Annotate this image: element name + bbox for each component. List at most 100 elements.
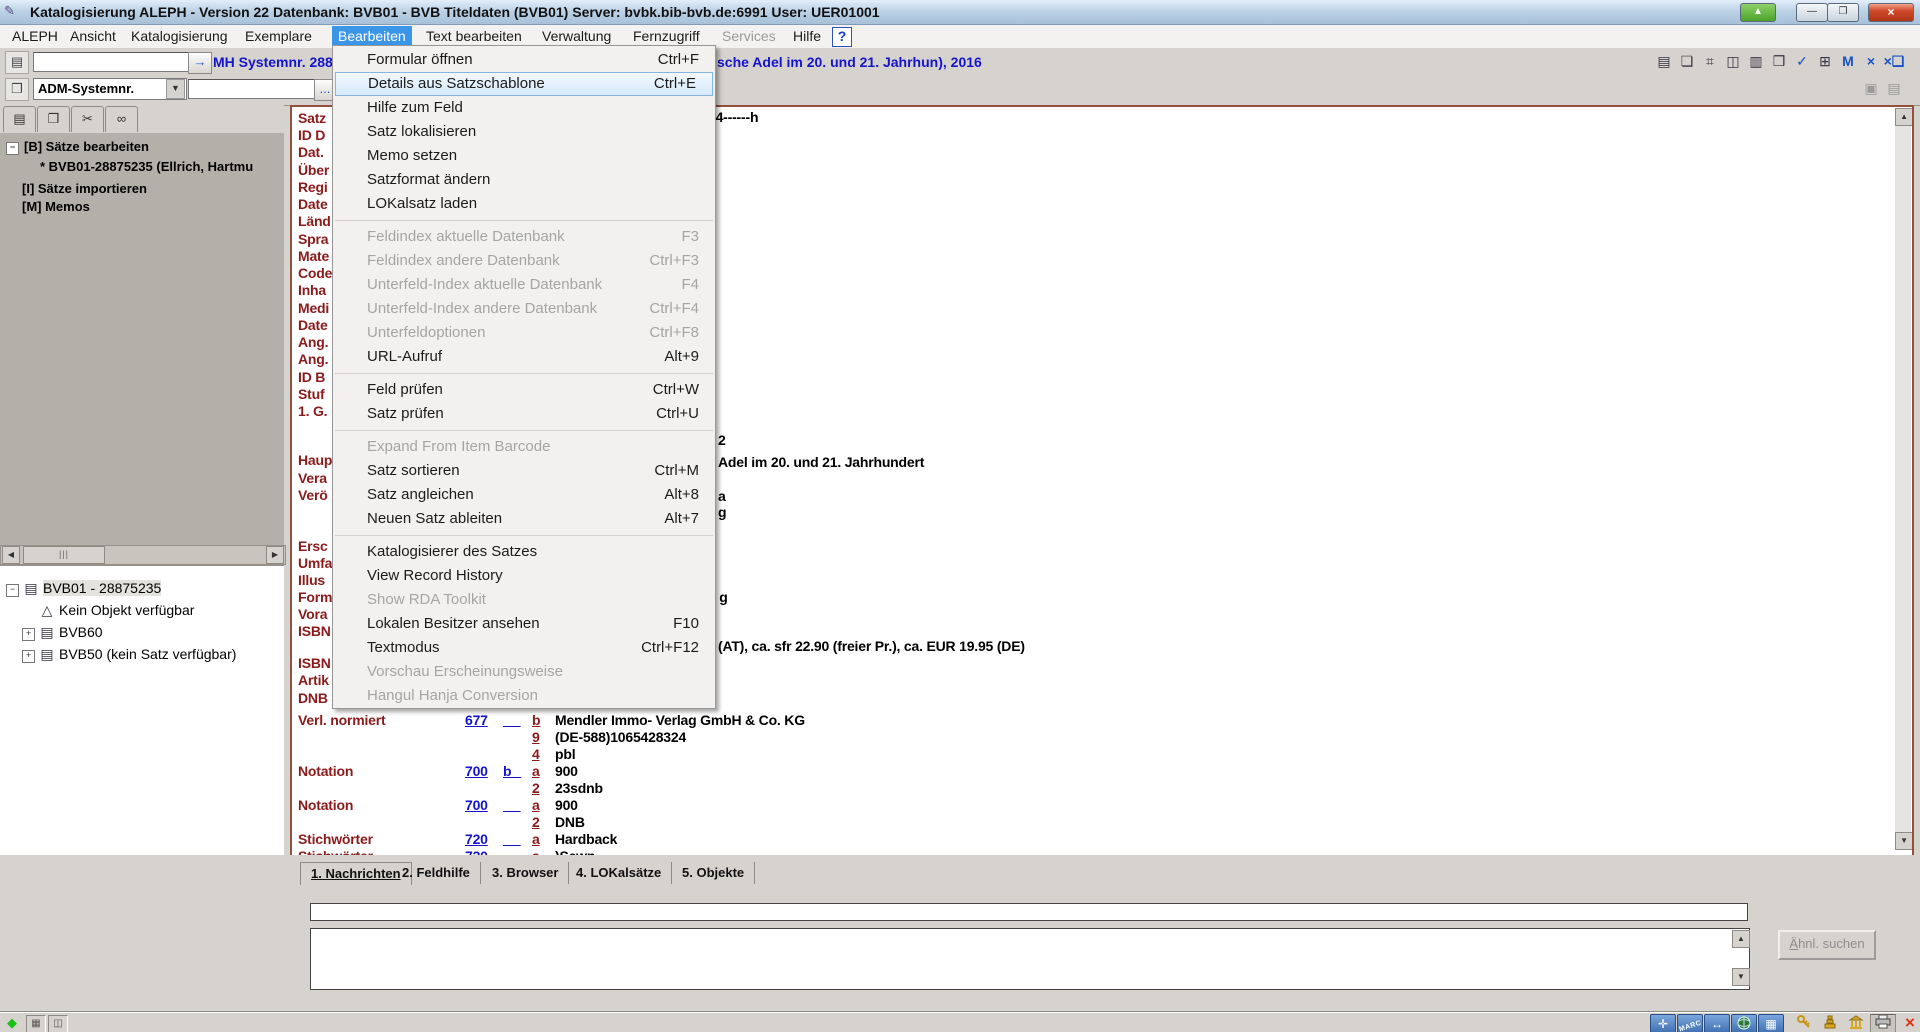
indicator[interactable]: __ [503,797,521,813]
message-list[interactable]: ▲ ▼ [310,928,1750,990]
menu-item-lokalen-besitzer-ansehen[interactable]: Lokalen Besitzer ansehenF10 [333,612,715,636]
field-value[interactable]: 900 [555,797,578,813]
tag-link[interactable]: 677 [465,712,488,728]
tag-link[interactable]: 700 [465,763,488,779]
menu-text-bearbeiten[interactable]: Text bearbeiten [420,26,528,47]
bank-icon[interactable] [1844,1014,1868,1032]
scroll-up-icon[interactable]: ▲ [1732,930,1750,948]
record-vscrollbar[interactable]: ▲ ▼ [1895,108,1911,850]
tree-node-current-record[interactable]: * BVB01-28875235 (Ellrich, Hartmu [40,159,253,174]
tower-icon[interactable] [1818,1014,1842,1032]
menu-item-katalogisierer-des-satzes[interactable]: Katalogisierer des Satzes [333,540,715,564]
check-record-icon[interactable]: ✓ [1790,50,1814,74]
tab-templates-icon[interactable]: ✂ [71,106,104,132]
tab-lokalsaetze[interactable]: 4. LOKalsätze [566,862,672,884]
marc-search-icon[interactable]: M [1836,50,1860,74]
stamp-record-icon[interactable]: ❏ [1675,50,1699,74]
field-value[interactable]: 23sdnb [555,780,603,796]
session-monitor-icon[interactable]: ▦ [26,1015,46,1032]
collapse-icon[interactable]: − [6,584,19,597]
minimize-button[interactable]: — [1796,3,1828,22]
menu-bearbeiten[interactable]: Bearbeiten [332,26,412,47]
open-book-icon[interactable]: ◫ [1721,50,1745,74]
tab-records-icon[interactable]: ❐ [37,106,70,132]
book-icon[interactable]: ❒ [5,78,29,101]
split-editor-icon[interactable]: ⊞ [1813,50,1837,74]
menu-item-satz-sortieren[interactable]: Satz sortierenCtrl+M [333,459,715,483]
menu-item-lokalsatz-laden[interactable]: LOKalsatz laden [333,192,715,216]
subfield-code[interactable]: a [532,797,540,813]
scroll-right-icon[interactable]: ▶ [266,546,284,564]
scroll-thumb[interactable]: ||| [23,546,105,564]
expand-icon[interactable]: + [22,628,35,641]
scroll-up-icon[interactable]: ▲ [1895,108,1913,126]
menu-item-satz-angleichen[interactable]: Satz angleichenAlt+8 [333,483,715,507]
scroll-down-icon[interactable]: ▼ [1732,968,1750,986]
key-icon[interactable] [1792,1014,1816,1032]
field-value[interactable]: Mendler Immo- Verlag GmbH & Co. KG [555,712,805,728]
systemnr-input[interactable] [33,52,189,72]
tree-node-memos[interactable]: [M] Memos [22,199,90,214]
systemnr-type-dropdown[interactable]: ADM-Systemnr. ▼ [33,78,187,100]
menu-item-satz-lokalisieren[interactable]: Satz lokalisieren [333,120,715,144]
globe-icon[interactable] [1731,1014,1757,1032]
tab-search-icon[interactable]: ∞ [105,106,138,132]
tree-node-no-object[interactable]: △Kein Objekt verfügbar [40,602,194,619]
menu-item-feld-pruefen[interactable]: Feld prüfenCtrl+W [333,378,715,402]
close-record-icon[interactable]: × [1859,50,1883,74]
record-bar-icon[interactable]: ▤ [5,51,29,74]
menu-fernzugriff[interactable]: Fernzugriff [627,26,706,47]
close-button[interactable]: × [1868,3,1914,22]
message-input[interactable] [310,903,1748,921]
tree-node-bvb01[interactable]: −▤BVB01 - 28875235 [6,580,161,597]
printer-icon[interactable] [1870,1014,1896,1032]
close-all-records-icon[interactable]: ×❏ [1882,50,1906,74]
sidebar-hscrollbar[interactable]: ◀ ||| ▶ [0,545,286,565]
menu-aleph[interactable]: ALEPH [6,26,64,47]
cancel-icon[interactable]: × [1898,1014,1920,1032]
menu-item-hilfe-zum-feld[interactable]: Hilfe zum Feld [333,96,715,120]
help-icon[interactable]: ? [832,27,852,47]
menu-item-formular-oeffnen[interactable]: Formular öffnenCtrl+F [333,48,715,72]
tab-feldhilfe[interactable]: 2. Feldhilfe [392,862,481,884]
menu-verwaltung[interactable]: Verwaltung [536,26,617,47]
indicator[interactable]: __ [503,712,521,728]
edit-record-icon[interactable]: ▤ [1652,50,1676,74]
menu-ansicht[interactable]: Ansicht [64,26,122,47]
subfield-code[interactable]: 4 [532,746,540,762]
full-view-icon[interactable]: ▥ [1744,50,1768,74]
menu-item-url-aufruf[interactable]: URL-AufrufAlt+9 [333,345,715,369]
tag-link[interactable]: 720 [465,831,488,847]
menu-item-view-record-history[interactable]: View Record History [333,564,715,588]
field-value[interactable]: DNB [555,814,585,830]
restore-button[interactable]: ❐ [1827,3,1859,22]
field-value[interactable]: 900 [555,763,578,779]
collapse-icon[interactable]: − [6,142,19,155]
menu-hilfe[interactable]: Hilfe [787,26,827,47]
swap-panes-icon[interactable]: ↔ [1704,1014,1730,1032]
field-value[interactable]: (DE-588)1065428324 [555,729,686,745]
menu-item-satzformat-aendern[interactable]: Satzformat ändern [333,168,715,192]
marc-view-icon[interactable]: MARC [1677,1014,1703,1032]
scroll-left-icon[interactable]: ◀ [2,546,20,564]
subfield-code[interactable]: 2 [532,780,540,796]
expand-icon[interactable]: + [22,650,35,663]
menu-katalogisierung[interactable]: Katalogisierung [125,26,234,47]
tree-node-bvb50[interactable]: +▤BVB50 (kein Satz verfügbar) [22,646,236,663]
menu-exemplare[interactable]: Exemplare [239,26,318,47]
record-tree-icon[interactable]: ⌗ [1698,50,1722,74]
subfield-code[interactable]: 9 [532,729,540,745]
menu-item-satz-pruefen[interactable]: Satz prüfenCtrl+U [333,402,715,426]
tree-node-bvb60[interactable]: +▤BVB60 [22,624,103,641]
subfield-code[interactable]: b [532,712,540,728]
scroll-down-icon[interactable]: ▼ [1895,832,1913,850]
push-record-icon[interactable]: ❒ [1767,50,1791,74]
subfield-code[interactable]: a [532,763,540,779]
tab-browser[interactable]: 3. Browser [482,862,569,884]
field-value[interactable]: pbl [555,746,575,762]
upload-button[interactable]: ▲ [1740,3,1776,22]
tag-link[interactable]: 700 [465,797,488,813]
menu-item-memo-setzen[interactable]: Memo setzen [333,144,715,168]
field-value[interactable]: Hardback [555,831,617,847]
indicator[interactable]: __ [503,831,521,847]
